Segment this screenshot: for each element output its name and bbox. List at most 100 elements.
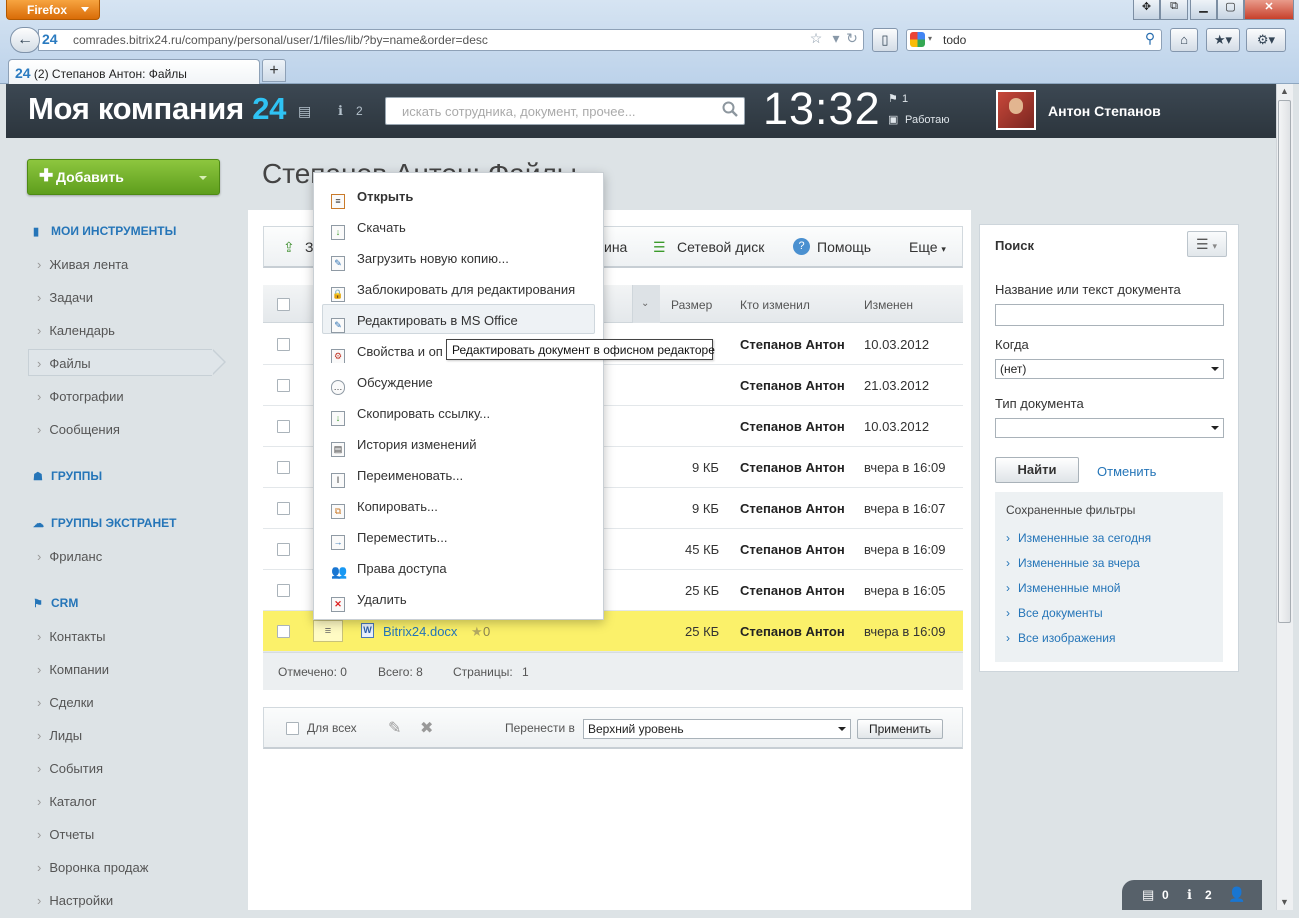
- rating-star-icon[interactable]: ★: [471, 624, 483, 640]
- when-select[interactable]: (нет): [995, 359, 1224, 379]
- search-engine-dropdown-icon[interactable]: ▾: [928, 34, 932, 43]
- search-icon[interactable]: [722, 101, 738, 117]
- back-button[interactable]: ←: [10, 27, 40, 53]
- document-type-select[interactable]: [995, 418, 1224, 438]
- section-groups[interactable]: ☗ ГРУППЫ: [33, 469, 102, 483]
- firefox-menu-button[interactable]: Firefox: [6, 0, 100, 20]
- sidebar-item-settings[interactable]: Настройки: [37, 893, 113, 908]
- delete-x-icon[interactable]: ✖: [420, 718, 433, 738]
- chat-icon[interactable]: ▤: [1142, 887, 1154, 903]
- sort-chevron-icon[interactable]: ⌄: [641, 298, 649, 309]
- menu-item-history[interactable]: ▤ История изменений: [331, 434, 593, 457]
- row-modified-by[interactable]: Степанов Антон: [740, 624, 845, 639]
- sidebar-item-freelance[interactable]: Фриланс: [37, 549, 102, 564]
- web-search-input[interactable]: todo: [906, 29, 1162, 51]
- url-bar[interactable]: comrades.bitrix24.ru/company/personal/us…: [38, 29, 864, 51]
- scroll-up-icon[interactable]: ▲: [1280, 86, 1289, 96]
- portal-search-input[interactable]: искать сотрудника, документ, прочее...: [385, 97, 745, 125]
- sidebar-item-calendar[interactable]: Календарь: [37, 323, 115, 338]
- column-size[interactable]: Размер: [671, 298, 712, 312]
- sidebar-toggle-button[interactable]: ▯: [872, 28, 898, 52]
- new-tab-button[interactable]: +: [262, 59, 286, 82]
- row-checkbox[interactable]: [277, 379, 290, 392]
- row-modified-by[interactable]: Степанов Антон: [740, 501, 845, 516]
- network-drive-icon[interactable]: ☰: [653, 239, 666, 256]
- saved-filter-all-documents[interactable]: Все документы: [1006, 606, 1103, 620]
- menu-item-discussion[interactable]: … Обсуждение: [331, 372, 593, 395]
- window-close-button[interactable]: ✕: [1244, 0, 1294, 20]
- row-modified-by[interactable]: Степанов Антон: [740, 419, 845, 434]
- row-modified-by[interactable]: Степанов Антон: [740, 460, 845, 475]
- work-status[interactable]: Работаю: [905, 114, 950, 126]
- toolbar-item-partial-2[interactable]: ина: [604, 239, 627, 255]
- info-icon[interactable]: ℹ: [1187, 887, 1192, 903]
- window-maximize-button[interactable]: ▢: [1217, 0, 1244, 20]
- saved-filter-yesterday[interactable]: Измененные за вчера: [1006, 556, 1140, 570]
- row-checkbox[interactable]: [277, 461, 290, 474]
- row-modified-by[interactable]: Степанов Антон: [740, 583, 845, 598]
- row-checkbox[interactable]: [277, 338, 290, 351]
- row-modified-by[interactable]: Степанов Антон: [740, 337, 845, 352]
- file-name-link[interactable]: Bitrix24.docx: [383, 624, 457, 639]
- saved-filter-all-images[interactable]: Все изображения: [1006, 631, 1116, 645]
- window-minimize-button[interactable]: ▁: [1190, 0, 1217, 20]
- menu-item-download[interactable]: ↓ Скачать: [331, 217, 593, 240]
- sidebar-item-messages[interactable]: Сообщения: [37, 422, 120, 437]
- scrollbar-thumb[interactable]: [1278, 100, 1291, 623]
- sidebar-item-reports[interactable]: Отчеты: [37, 827, 94, 842]
- clock[interactable]: 13:32: [763, 83, 881, 135]
- row-modified-by[interactable]: Степанов Антон: [740, 542, 845, 557]
- home-icon[interactable]: ⌂: [1170, 28, 1198, 52]
- row-menu-button[interactable]: ≡: [313, 620, 343, 642]
- sidebar-item-photos[interactable]: Фотографии: [37, 389, 123, 404]
- apply-button[interactable]: Применить: [857, 719, 943, 739]
- row-modified-by[interactable]: Степанов Антон: [740, 378, 845, 393]
- saved-filter-today[interactable]: Измененные за сегодня: [1006, 531, 1151, 545]
- google-icon[interactable]: [910, 32, 925, 47]
- row-checkbox[interactable]: [277, 502, 290, 515]
- column-modified-by[interactable]: Кто изменил: [740, 298, 810, 312]
- sidebar-item-files[interactable]: Файлы: [37, 356, 90, 371]
- saved-filter-by-me[interactable]: Измененные мной: [1006, 581, 1121, 595]
- search-panel-menu-button[interactable]: ☰ ▾: [1187, 231, 1227, 257]
- browser-tab[interactable]: 24 (2) Степанов Антон: Файлы: [8, 59, 260, 84]
- section-extranet-groups[interactable]: ☁ ГРУППЫ ЭКСТРАНЕТ: [33, 516, 176, 530]
- sidebar-item-events[interactable]: События: [37, 761, 103, 776]
- contacts-icon[interactable]: 👤: [1228, 886, 1245, 903]
- sidebar-item-deals[interactable]: Сделки: [37, 695, 93, 710]
- add-button[interactable]: ✚ Добавить: [27, 159, 220, 195]
- company-logo[interactable]: Моя компания 24: [28, 91, 286, 127]
- sidebar-item-leads[interactable]: Лиды: [37, 728, 82, 743]
- menu-item-access-rights[interactable]: 👥 Права доступа: [331, 558, 593, 580]
- window-fullscreen-button[interactable]: ✥: [1133, 0, 1160, 20]
- sidebar-item-companies[interactable]: Компании: [37, 662, 109, 677]
- row-checkbox[interactable]: [277, 625, 290, 638]
- document-name-input[interactable]: [995, 304, 1224, 326]
- pencil-icon[interactable]: ✎: [388, 718, 401, 738]
- help-button[interactable]: Помощь: [817, 239, 871, 255]
- menu-item-lock[interactable]: 🔒 Заблокировать для редактирования: [331, 279, 593, 302]
- bookmarks-icon[interactable]: ★▾: [1206, 28, 1240, 52]
- more-button[interactable]: Еще ▾: [909, 239, 946, 255]
- sidebar-item-feed[interactable]: Живая лента: [37, 257, 128, 272]
- menu-item-upload-new-copy[interactable]: ✎ Загрузить новую копию...: [331, 248, 593, 271]
- column-modified[interactable]: Изменен: [864, 298, 913, 312]
- reload-icon[interactable]: ↻: [842, 30, 862, 50]
- menu-item-move[interactable]: → Переместить...: [331, 527, 593, 550]
- sidebar-item-tasks[interactable]: Задачи: [37, 290, 93, 305]
- sidebar-item-sales-funnel[interactable]: Воронка продаж: [37, 860, 148, 875]
- bookmark-star-icon[interactable]: ☆: [806, 30, 826, 50]
- row-checkbox[interactable]: [277, 543, 290, 556]
- user-name[interactable]: Антон Степанов: [1048, 103, 1161, 119]
- menu-item-copy[interactable]: ⧉ Копировать...: [331, 496, 593, 519]
- help-icon[interactable]: ?: [793, 238, 810, 255]
- menu-item-edit-ms-office[interactable]: ✎ Редактировать в MS Office: [331, 310, 593, 333]
- menu-item-open[interactable]: ≡ Открыть: [331, 186, 593, 209]
- addon-icon[interactable]: ⚙▾: [1246, 28, 1286, 52]
- scroll-down-icon[interactable]: ▼: [1280, 897, 1289, 907]
- sidebar-item-catalog[interactable]: Каталог: [37, 794, 96, 809]
- window-restore-button[interactable]: ⧉: [1160, 0, 1188, 20]
- search-icon[interactable]: ⚲: [1140, 30, 1160, 50]
- find-button[interactable]: Найти: [995, 457, 1079, 483]
- menu-item-properties[interactable]: ⚙ Свойства и оп: [331, 341, 446, 363]
